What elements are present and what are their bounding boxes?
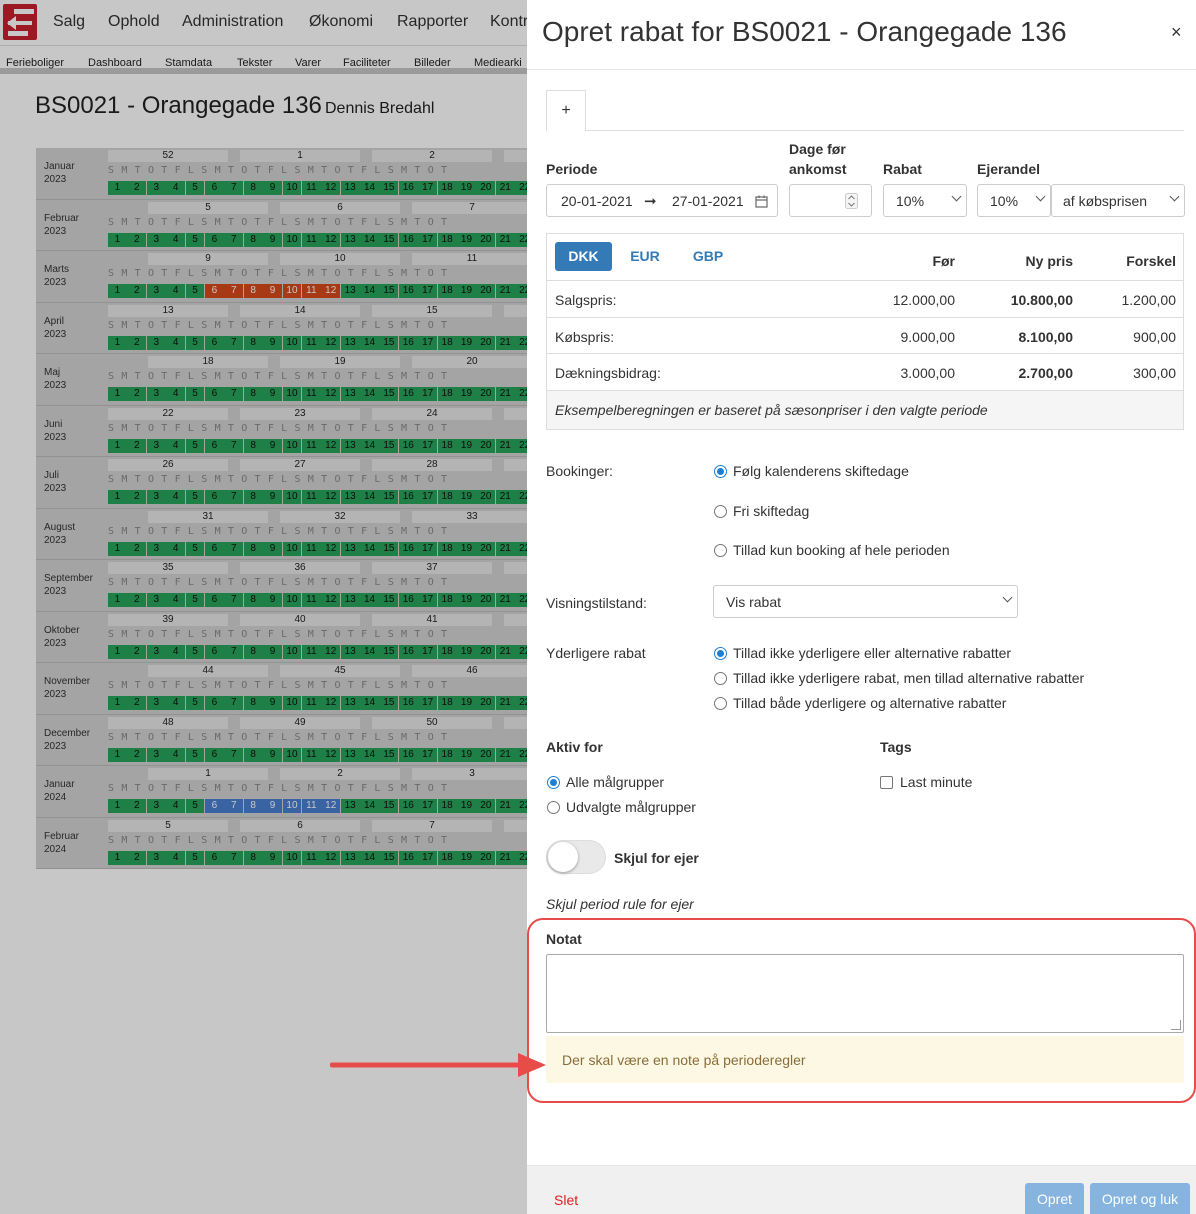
- ejerandel-select[interactable]: 10%: [977, 184, 1051, 217]
- yderligere-radio-none[interactable]: [714, 647, 727, 660]
- price-row-daekningsbidrag: Dækningsbidrag: 3.000,00 2.700,00 300,00: [547, 353, 1183, 390]
- header-before: Før: [932, 253, 955, 269]
- tag-option-last-minute[interactable]: Last minute: [900, 774, 972, 790]
- modal-footer: Slet Opret Opret og luk: [527, 1165, 1196, 1214]
- tags-label: Tags: [880, 739, 912, 755]
- days-before-arrival-input[interactable]: [789, 184, 872, 217]
- row-label: Salgspris:: [555, 292, 617, 308]
- chevron-down-icon: [1035, 191, 1046, 202]
- arrow-right-icon: ➞: [644, 193, 657, 210]
- booking-option-free[interactable]: Fri skiftedag: [733, 503, 809, 519]
- row-new: 10.800,00: [1010, 292, 1073, 308]
- dage-label-line1: Dage før: [789, 141, 846, 157]
- currency-eur-button[interactable]: EUR: [622, 242, 668, 271]
- price-row-salgspris: Salgspris: 12.000,00 10.800,00 1.200,00: [547, 280, 1183, 317]
- chevron-down-icon: [1002, 592, 1013, 603]
- aktiv-option-all[interactable]: Alle målgrupper: [566, 774, 664, 790]
- ejerandel-basis-select[interactable]: af købsprisen: [1051, 184, 1185, 217]
- booking-radio-follow[interactable]: [714, 465, 727, 478]
- header-difference: Forskel: [1126, 253, 1176, 269]
- price-example-panel: DKK EUR GBP Før Ny pris Forskel Salgspri…: [546, 233, 1184, 430]
- modal-header: Opret rabat for BS0021 - Orangegade 136 …: [527, 0, 1196, 70]
- row-diff: 300,00: [1133, 365, 1176, 381]
- date-from[interactable]: 20-01-2021: [561, 193, 633, 209]
- yderligere-label: Yderligere rabat: [546, 645, 646, 661]
- rabat-label: Rabat: [883, 161, 922, 177]
- create-and-close-button[interactable]: Opret og luk: [1090, 1183, 1190, 1214]
- booking-radio-whole[interactable]: [714, 544, 727, 557]
- date-to[interactable]: 27-01-2021: [672, 193, 744, 209]
- ejerandel-basis-value: af købsprisen: [1063, 193, 1148, 209]
- row-before: 12.000,00: [892, 292, 955, 308]
- rabat-select[interactable]: 10%: [883, 184, 967, 217]
- period-date-range[interactable]: 20-01-2021 ➞ 27-01-2021: [546, 184, 778, 217]
- create-button[interactable]: Opret: [1025, 1183, 1084, 1214]
- periode-label: Periode: [546, 161, 598, 177]
- modal-title: Opret rabat for BS0021 - Orangegade 136: [542, 16, 1067, 47]
- yderligere-radio-both[interactable]: [714, 697, 727, 710]
- price-row-kobspris: Købspris: 9.000,00 8.100,00 900,00: [547, 317, 1183, 354]
- stepper-icon[interactable]: [845, 193, 858, 209]
- yderligere-option-alternative[interactable]: Tillad ikke yderligere rabat, men tillad…: [733, 670, 1084, 686]
- rabat-value: 10%: [896, 193, 925, 209]
- currency-dkk-button[interactable]: DKK: [555, 242, 612, 271]
- bookinger-label: Bookinger:: [546, 463, 613, 479]
- add-tab-button[interactable]: +: [546, 90, 586, 131]
- visning-value: Vis rabat: [726, 594, 781, 610]
- row-label: Dækningsbidrag:: [555, 365, 661, 381]
- row-label: Købspris:: [555, 329, 615, 345]
- aktiv-option-selected[interactable]: Udvalgte målgrupper: [566, 799, 696, 815]
- booking-radio-free[interactable]: [714, 505, 727, 518]
- row-diff: 900,00: [1133, 329, 1176, 345]
- visning-select[interactable]: Vis rabat: [713, 585, 1018, 618]
- row-before: 3.000,00: [900, 365, 956, 381]
- aktiv-radio-selected[interactable]: [547, 801, 560, 814]
- skjul-note: Skjul period rule for ejer: [546, 896, 694, 912]
- booking-option-follow[interactable]: Følg kalenderens skiftedage: [733, 463, 909, 479]
- calendar-icon[interactable]: [755, 195, 768, 208]
- row-new: 8.100,00: [1018, 329, 1074, 345]
- currency-gbp-button[interactable]: GBP: [683, 242, 733, 271]
- row-diff: 1.200,00: [1121, 292, 1177, 308]
- aktiv-for-label: Aktiv for: [546, 739, 603, 755]
- row-new: 2.700,00: [1018, 365, 1074, 381]
- skjul-label: Skjul for ejer: [614, 850, 699, 866]
- ejerandel-label: Ejerandel: [977, 161, 1041, 177]
- delete-button[interactable]: Slet: [554, 1192, 578, 1208]
- booking-option-whole[interactable]: Tillad kun booking af hele perioden: [733, 542, 950, 558]
- skjul-for-ejer-toggle[interactable]: [546, 840, 606, 874]
- toggle-knob: [548, 842, 578, 872]
- tab-divider: [586, 130, 1184, 131]
- header-new-price: Ny pris: [1025, 253, 1073, 269]
- modal-backdrop[interactable]: [0, 0, 527, 1214]
- dage-label-line2: ankomst: [789, 161, 847, 177]
- chevron-down-icon: [951, 191, 962, 202]
- tag-checkbox-last-minute[interactable]: [880, 776, 893, 789]
- annotation-highlight-box: [527, 918, 1196, 1103]
- aktiv-radio-all[interactable]: [547, 776, 560, 789]
- yderligere-radio-alternative[interactable]: [714, 672, 727, 685]
- annotation-arrow-icon: [330, 1053, 546, 1077]
- close-icon[interactable]: ×: [1171, 22, 1182, 43]
- price-note: Eksempelberegningen er baseret på sæsonp…: [547, 390, 1183, 429]
- discount-modal: Opret rabat for BS0021 - Orangegade 136 …: [527, 0, 1196, 1214]
- ejerandel-value: 10%: [990, 193, 1019, 209]
- visning-label: Visningstilstand:: [546, 595, 647, 611]
- chevron-down-icon: [1169, 191, 1180, 202]
- row-before: 9.000,00: [900, 329, 956, 345]
- yderligere-option-none[interactable]: Tillad ikke yderligere eller alternative…: [733, 645, 1011, 661]
- yderligere-option-both[interactable]: Tillad både yderligere og alternative ra…: [733, 695, 1006, 711]
